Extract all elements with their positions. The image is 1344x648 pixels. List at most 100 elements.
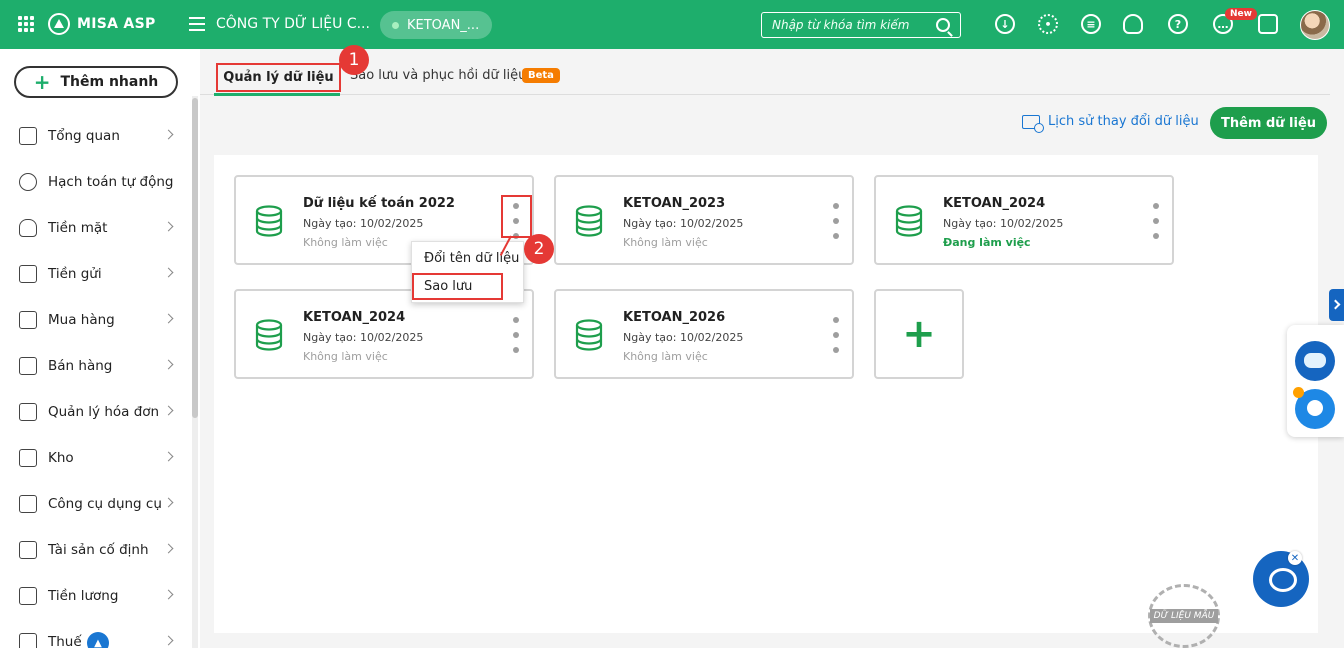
history-icon [1022,114,1044,133]
sidebar-item-tong-quan[interactable]: Tổng quan [0,113,192,159]
menu-item-rename[interactable]: Đổi tên dữ liệu [424,251,519,266]
close-icon[interactable]: ✕ [1288,551,1302,565]
top-bar: MISA ASP CÔNG TY DỮ LIỆU C... KETOAN_...… [0,0,1344,49]
database-card[interactable]: KETOAN_2023 Ngày tạo: 10/02/2025 Không l… [554,175,854,265]
card-date: Ngày tạo: 10/02/2025 [943,217,1064,230]
sidebar-item-kho[interactable]: Kho [0,435,192,481]
sidebar-item-tien-gui[interactable]: Tiền gửi [0,251,192,297]
database-card[interactable]: KETOAN_2024 Ngày tạo: 10/02/2025 Đang là… [874,175,1174,265]
sidebar-item-mua-hang[interactable]: Mua hàng [0,297,192,343]
add-data-button[interactable]: Thêm dữ liệu [1210,107,1327,139]
step-marker-1: 1 [339,45,369,75]
bank-icon [19,265,37,283]
gear-icon[interactable]: • [1038,14,1058,34]
active-tab-indicator [214,93,340,96]
chevron-right-icon [163,129,174,140]
current-database-selector[interactable]: KETOAN_... [380,11,492,39]
sidebar-item-label: Quản lý hóa đơn [48,404,160,420]
chevron-right-icon [163,359,174,370]
sidebar-item-label: Tổng quan [48,128,120,144]
change-history-label: Lịch sử thay đổi dữ liệu [1048,114,1199,129]
warehouse-icon [19,449,37,467]
sidebar-item-label: Công cụ dụng cụ [48,496,162,512]
database-icon [575,319,603,351]
assistant-bot-icon[interactable] [1295,341,1335,381]
beta-badge: Beta [522,68,560,83]
sidebar-item-tien-luong[interactable]: Tiền lương [0,573,192,619]
database-icon [255,205,283,237]
sidebar-item-label: Kho [48,450,74,466]
invoice-icon [19,403,37,421]
card-status: Không làm việc [623,236,708,249]
search-box[interactable] [761,12,961,38]
sidebar-item-hoa-don[interactable]: Quản lý hóa đơn [0,389,192,435]
sidebar-item-hach-toan[interactable]: Hạch toán tự động [0,159,192,205]
sidebar-item-ban-hang[interactable]: Bán hàng [0,343,192,389]
database-icon [255,319,283,351]
current-database-name: KETOAN_... [407,17,480,33]
sidebar-item-cong-cu[interactable]: Công cụ dụng cụ [0,481,192,527]
sidebar-item-tien-mat[interactable]: Tiền mặt [0,205,192,251]
sidebar-scrollbar-thumb[interactable] [192,98,198,418]
tools-icon [19,495,37,513]
sample-data-stamp: DỮ LIỆU MẪU [1148,584,1220,648]
more-options-icon[interactable] [833,317,839,353]
notification-dot [1293,387,1304,398]
card-date: Ngày tạo: 10/02/2025 [303,331,424,344]
company-name[interactable]: CÔNG TY DỮ LIỆU C... [216,16,370,32]
sidebar-item-label: Mua hàng [48,312,115,328]
misa-logo-icon [48,13,70,35]
brand-logo[interactable]: MISA ASP [48,13,156,35]
cart-icon [19,357,37,375]
tab-data-management[interactable]: Quản lý dữ liệu [216,63,341,92]
help-icon[interactable]: ? [1168,14,1188,34]
card-status: Không làm việc [303,350,388,363]
sidebar-item-label: Thuế [48,634,82,648]
search-input[interactable] [772,18,932,32]
database-card[interactable]: KETOAN_2026 Ngày tạo: 10/02/2025 Không l… [554,289,854,379]
dashboard-icon [19,127,37,145]
expand-panel-tab[interactable] [1329,289,1344,321]
card-status: Không làm việc [623,350,708,363]
chevron-right-icon [163,267,174,278]
chevron-right-icon [163,497,174,508]
card-date: Ngày tạo: 10/02/2025 [623,217,744,230]
database-icon [575,205,603,237]
chat-icon[interactable]: ≡ [1081,14,1101,34]
bell-icon[interactable] [1123,14,1143,34]
scroll-up-icon[interactable]: ▲ [87,632,109,648]
plus-icon: + [902,311,936,357]
chevron-right-icon [163,313,174,324]
brand-name: MISA ASP [77,16,156,32]
sidebar-item-label: Bán hàng [48,358,113,374]
status-dot-icon [392,21,399,29]
sidebar-item-label: Tài sản cố định [48,542,149,558]
tax-icon [19,633,37,648]
chevron-right-icon [163,543,174,554]
menu-icon[interactable] [189,17,205,31]
tab-bar: Quản lý dữ liệu Sao lưu và phục hồi dữ l… [200,49,1330,96]
avatar[interactable] [1300,10,1330,40]
card-status: Không làm việc [303,236,388,249]
sidebar-nav: Tổng quan Hạch toán tự động Tiền mặt Tiề… [0,113,192,648]
more-options-icon[interactable] [1153,203,1159,239]
change-history-link[interactable]: Lịch sử thay đổi dữ liệu [1022,114,1199,133]
light-icon[interactable] [1258,14,1278,34]
download-icon[interactable]: ↓ [995,14,1015,34]
sidebar-item-tai-san[interactable]: Tài sản cố định [0,527,192,573]
auto-gear-icon [19,173,37,191]
apps-grid-icon[interactable] [18,16,34,32]
more-options-icon[interactable] [833,203,839,239]
card-status: Đang làm việc [943,236,1031,249]
sidebar: + Thêm nhanh Tổng quan Hạch toán tự động… [0,49,200,648]
backup-highlight-box [412,273,503,300]
card-date: Ngày tạo: 10/02/2025 [303,217,424,230]
chevron-right-icon [163,405,174,416]
more-options-icon[interactable] [513,317,519,353]
add-database-card[interactable]: + [874,289,964,379]
card-title: Dữ liệu kế toán 2022 [303,196,455,211]
quick-add-button[interactable]: + Thêm nhanh [14,66,178,98]
search-icon[interactable] [936,18,950,32]
chevron-right-icon [163,451,174,462]
tab-backup-restore[interactable]: Sao lưu và phục hồi dữ liệu [350,68,526,83]
